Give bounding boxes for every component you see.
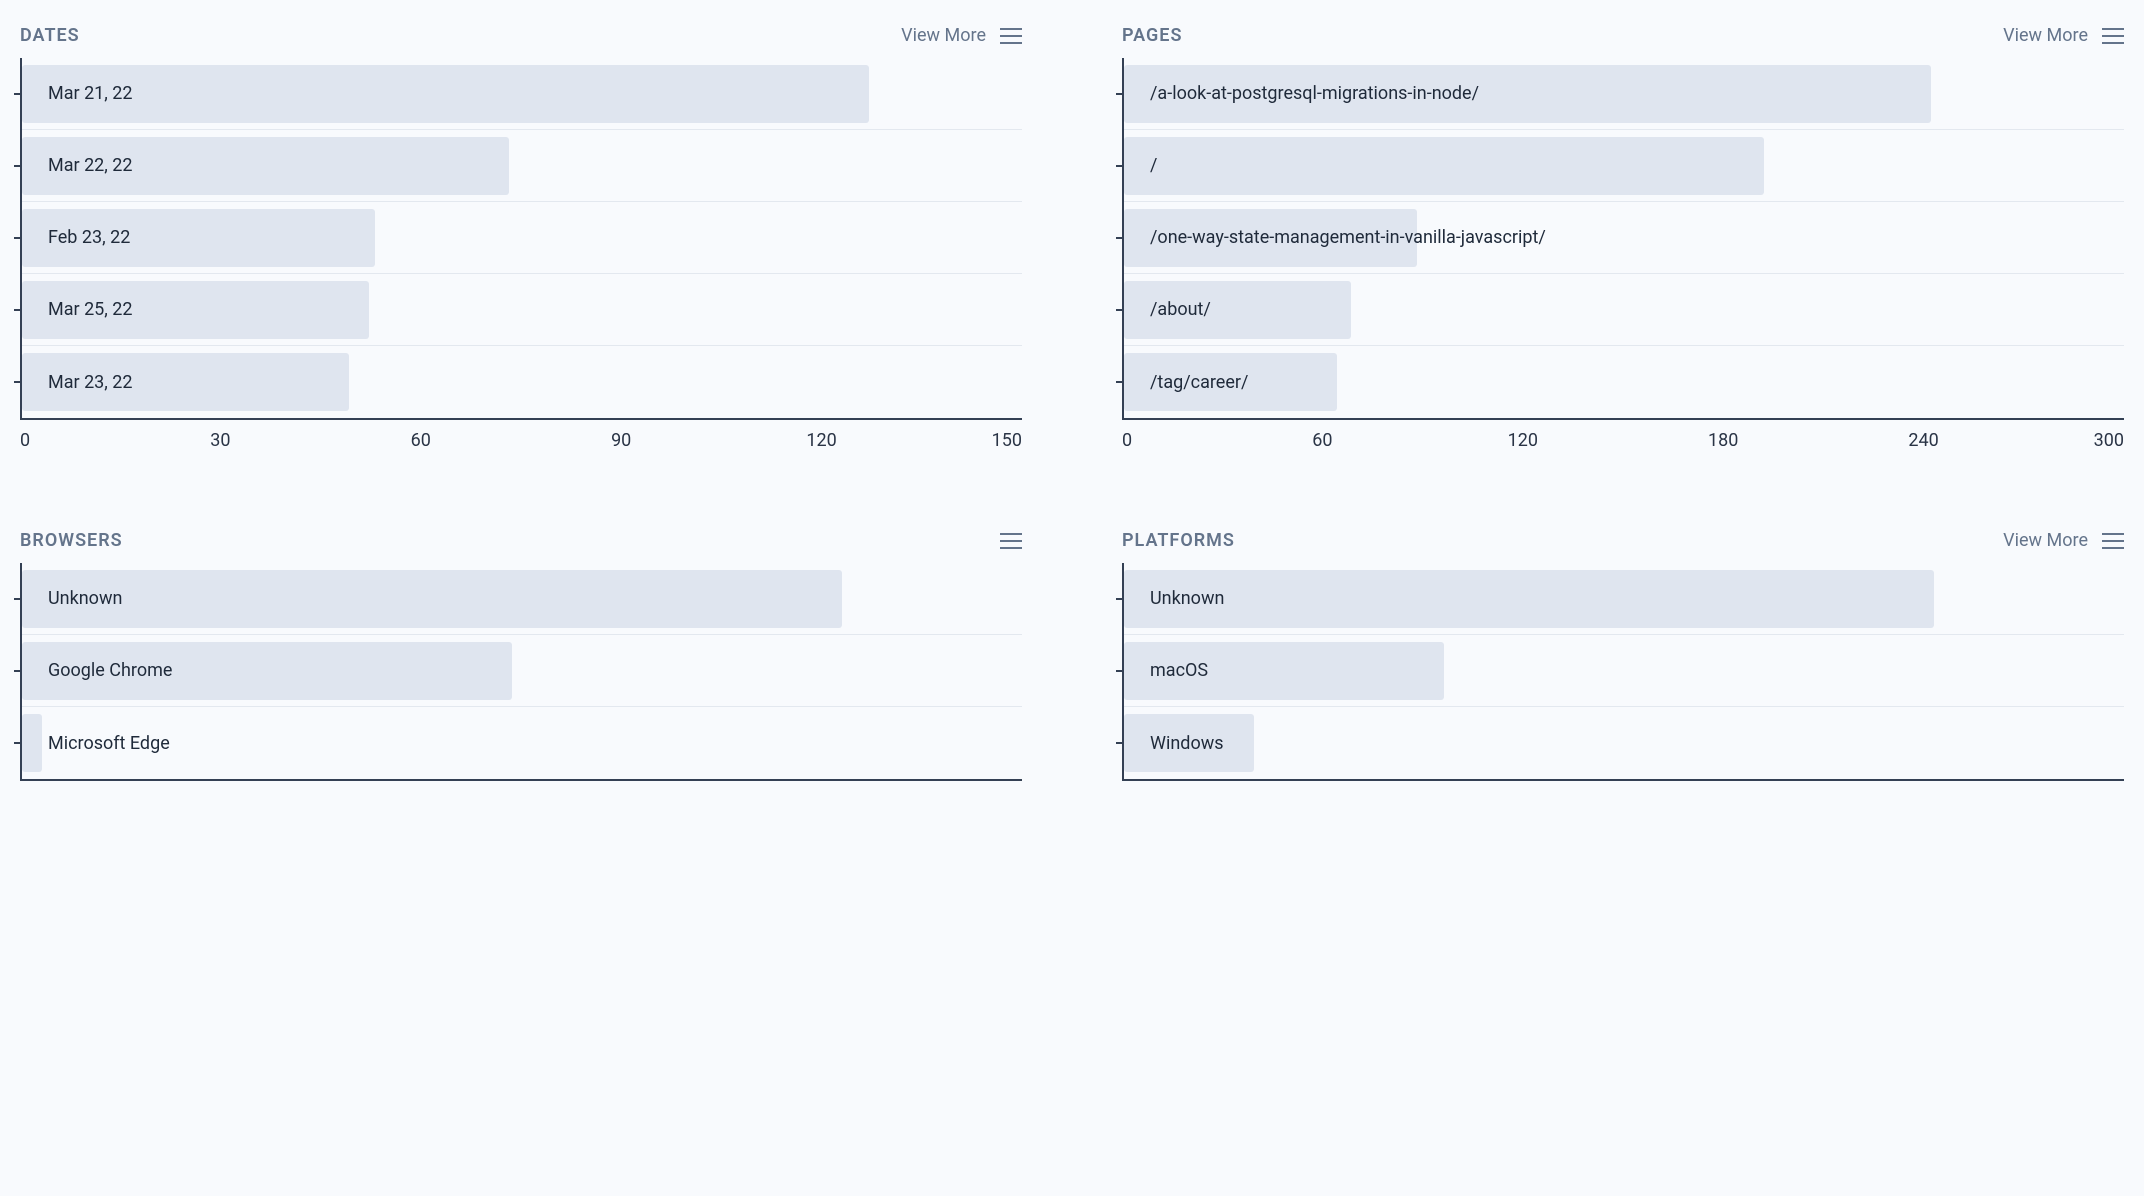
chart-bar[interactable] xyxy=(22,65,869,123)
panel-header: DATES View More xyxy=(20,25,1022,58)
bar-label: Unknown xyxy=(22,588,122,609)
panel-title: DATES xyxy=(20,25,80,46)
tick-mark xyxy=(1116,237,1124,239)
chart-row: / xyxy=(1124,130,2124,202)
tick-mark xyxy=(1116,165,1124,167)
chart-row: Google Chrome xyxy=(22,635,1022,707)
chart-rows: Unknown Google Chrome Microsoft Edge xyxy=(22,563,1022,779)
chart-bar[interactable] xyxy=(1124,570,1934,628)
axis-tick-label: 0 xyxy=(20,430,30,451)
chart-body: Mar 21, 22 Mar 22, 22 Feb 23, 22 Mar 25, 22… xyxy=(20,58,1022,420)
panel-title: BROWSERS xyxy=(20,530,123,551)
chart-rows: Mar 21, 22 Mar 22, 22 Feb 23, 22 Mar 25, 22… xyxy=(22,58,1022,418)
bar-label: Google Chrome xyxy=(22,660,172,681)
bar-label: Microsoft Edge xyxy=(22,733,170,754)
panel-pages: PAGES View More/a-look-at-postgresql-migr… xyxy=(1122,25,2124,460)
tick-mark xyxy=(14,237,22,239)
tick-mark xyxy=(1116,742,1124,744)
bar-label: Mar 21, 22 xyxy=(22,83,133,104)
panel-title: PAGES xyxy=(1122,25,1182,46)
chart-row: Windows xyxy=(1124,707,2124,779)
bar-label: /tag/career/ xyxy=(1124,372,1248,393)
panel-title: PLATFORMS xyxy=(1122,530,1235,551)
menu-icon[interactable] xyxy=(2102,28,2124,44)
menu-icon[interactable] xyxy=(1000,533,1022,549)
chart-row: Mar 25, 22 xyxy=(22,274,1022,346)
panel-header: PAGES View More xyxy=(1122,25,2124,58)
tick-mark xyxy=(14,742,22,744)
view-more-link[interactable]: View More xyxy=(2003,530,2088,551)
chart-bar[interactable] xyxy=(1124,137,1764,195)
axis-tick-label: 0 xyxy=(1122,430,1132,451)
chart-row: Mar 22, 22 xyxy=(22,130,1022,202)
chart-row: Feb 23, 22 xyxy=(22,202,1022,274)
bar-label: Mar 25, 22 xyxy=(22,299,133,320)
chart-rows: Unknown macOS Windows xyxy=(1124,563,2124,779)
panel-actions: View More xyxy=(2003,25,2124,46)
tick-mark xyxy=(1116,381,1124,383)
tick-mark xyxy=(1116,93,1124,95)
panel-dates: DATES View More Mar 21, 22 Mar 22, 22 Feb 23… xyxy=(20,25,1022,460)
tick-mark xyxy=(1116,309,1124,311)
chart-row: Mar 21, 22 xyxy=(22,58,1022,130)
x-axis: 0 60 120 180 240 300 xyxy=(1122,430,2124,460)
chart-row: /a-look-at-postgresql-migrations-in-node… xyxy=(1124,58,2124,130)
chart-body: Unknown Google Chrome Microsoft Edge xyxy=(20,563,1022,781)
chart-row: Microsoft Edge xyxy=(22,707,1022,779)
chart-body: /a-look-at-postgresql-migrations-in-node… xyxy=(1122,58,2124,420)
axis-tick-label: 90 xyxy=(611,430,631,451)
chart-row: Unknown xyxy=(1124,563,2124,635)
panel-actions: View More xyxy=(901,25,1022,46)
axis-tick-label: 180 xyxy=(1708,430,1738,451)
tick-mark xyxy=(1116,670,1124,672)
bar-label: Windows xyxy=(1124,733,1224,754)
bar-label: Mar 22, 22 xyxy=(22,155,133,176)
chart-row: /one-way-state-management-in-vanilla-jav… xyxy=(1124,202,2124,274)
menu-icon[interactable] xyxy=(1000,28,1022,44)
axis-tick-label: 120 xyxy=(806,430,836,451)
tick-mark xyxy=(14,93,22,95)
panel-header: PLATFORMS View More xyxy=(1122,530,2124,563)
tick-mark xyxy=(1116,598,1124,600)
axis-tick-label: 60 xyxy=(411,430,431,451)
bar-label: /a-look-at-postgresql-migrations-in-node… xyxy=(1124,83,1479,104)
bar-label: /about/ xyxy=(1124,299,1211,320)
tick-mark xyxy=(14,670,22,672)
chart-row: /about/ xyxy=(1124,274,2124,346)
bar-label: macOS xyxy=(1124,660,1208,681)
panel-actions xyxy=(1000,533,1022,549)
axis-tick-label: 60 xyxy=(1312,430,1332,451)
panel-platforms: PLATFORMS View More Unknown macOS Windows xyxy=(1122,530,2124,781)
chart-body: Unknown macOS Windows xyxy=(1122,563,2124,781)
chart-rows: /a-look-at-postgresql-migrations-in-node… xyxy=(1124,58,2124,418)
axis-tick-label: 300 xyxy=(2094,430,2124,451)
panel-actions: View More xyxy=(2003,530,2124,551)
tick-mark xyxy=(14,165,22,167)
view-more-link[interactable]: View More xyxy=(901,25,986,46)
chart-row: macOS xyxy=(1124,635,2124,707)
panel-browsers: BROWSERS Unknown Google Chrome Microsoft Ed… xyxy=(20,530,1022,781)
bar-label: / xyxy=(1124,155,1157,176)
axis-tick-label: 150 xyxy=(992,430,1022,451)
menu-icon[interactable] xyxy=(2102,533,2124,549)
chart-row: Mar 23, 22 xyxy=(22,346,1022,418)
x-axis: 0 30 60 90 120 150 xyxy=(20,430,1022,460)
chart-row: Unknown xyxy=(22,563,1022,635)
view-more-link[interactable]: View More xyxy=(2003,25,2088,46)
chart-row: /tag/career/ xyxy=(1124,346,2124,418)
tick-mark xyxy=(14,309,22,311)
bar-label: Unknown xyxy=(1124,588,1224,609)
bar-label: Mar 23, 22 xyxy=(22,372,133,393)
axis-tick-label: 120 xyxy=(1508,430,1538,451)
chart-bar[interactable] xyxy=(22,570,842,628)
tick-mark xyxy=(14,381,22,383)
bar-label: Feb 23, 22 xyxy=(22,227,130,248)
axis-tick-label: 30 xyxy=(210,430,230,451)
axis-tick-label: 240 xyxy=(1908,430,1938,451)
bar-label: /one-way-state-management-in-vanilla-jav… xyxy=(1124,227,1546,248)
tick-mark xyxy=(14,598,22,600)
panel-header: BROWSERS xyxy=(20,530,1022,563)
